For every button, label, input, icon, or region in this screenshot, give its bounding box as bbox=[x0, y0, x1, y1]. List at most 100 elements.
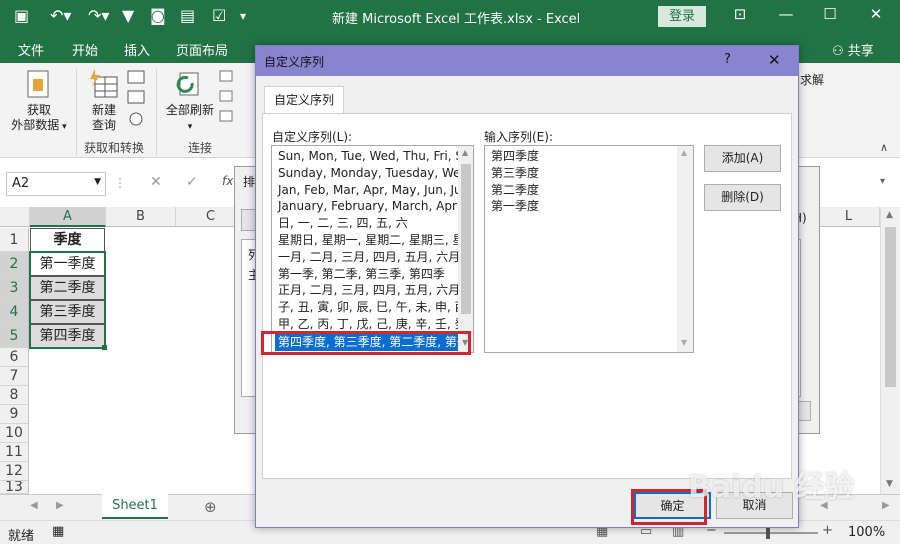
enter-icon[interactable]: ✓ bbox=[186, 174, 198, 190]
status-ready: 就绪 bbox=[8, 529, 35, 544]
database-doc-icon bbox=[27, 70, 49, 98]
separator bbox=[156, 69, 157, 155]
dialog-title: 自定义序列 bbox=[264, 55, 325, 69]
undo-icon[interactable]: ↶▾ bbox=[50, 6, 71, 26]
insert-function-icon[interactable]: fx bbox=[222, 174, 233, 188]
row-header[interactable]: 12 bbox=[0, 462, 29, 481]
zoom-slider[interactable] bbox=[724, 532, 818, 534]
login-button[interactable]: 登录 bbox=[658, 6, 706, 27]
row-header[interactable]: 6 bbox=[0, 348, 29, 367]
dialog-close-icon[interactable]: ✕ bbox=[768, 51, 781, 69]
highlight-box bbox=[261, 331, 471, 355]
tab-file[interactable]: 文件 bbox=[18, 40, 44, 59]
add-button[interactable]: 添加(A) bbox=[704, 145, 781, 172]
list-item[interactable]: 正月, 二月, 三月, 四月, 五月, 六月, bbox=[278, 282, 464, 299]
get-external-data-button[interactable]: 获取 外部数据 ▾ bbox=[8, 69, 70, 135]
formula-dots: ⋮ bbox=[114, 176, 126, 190]
list-entries-textarea[interactable]: 第四季度 第三季度 第二季度 第一季度 ▲ ▼ bbox=[484, 145, 694, 353]
list-item[interactable]: 日, 一, 二, 三, 四, 五, 六 bbox=[278, 215, 408, 232]
row-header[interactable]: 9 bbox=[0, 405, 29, 424]
ribbon-display-icon[interactable]: ⊡ bbox=[730, 5, 750, 23]
custom-lists-dialog: 自定义序列 ? ✕ 自定义序列 自定义序列(L): 输入序列(E): Sun, … bbox=[255, 45, 799, 528]
list-item[interactable]: 第一季, 第二季, 第三季, 第四季 bbox=[278, 266, 445, 283]
group-label-connections: 连接 bbox=[188, 141, 213, 155]
list-item[interactable]: Jan, Feb, Mar, Apr, May, Jun, Ju bbox=[278, 182, 462, 199]
cancel-icon[interactable]: ✕ bbox=[150, 174, 162, 190]
new-query-button[interactable]: 新建 查询 bbox=[82, 69, 126, 133]
connections-icon[interactable] bbox=[218, 69, 234, 133]
list-item[interactable]: 一月, 二月, 三月, 四月, 五月, 六月, bbox=[278, 249, 464, 266]
row-header[interactable]: 3 bbox=[0, 276, 29, 300]
refresh-all-button[interactable]: 全部刷新 ▾ bbox=[160, 69, 220, 135]
refresh-icon bbox=[176, 72, 199, 96]
custom-lists-label: 自定义序列(L): bbox=[272, 130, 353, 144]
entry-line: 第二季度 bbox=[491, 182, 540, 197]
row-header[interactable]: 1 bbox=[0, 228, 29, 252]
row-header[interactable]: 11 bbox=[0, 443, 29, 462]
list-item[interactable]: Sun, Mon, Tue, Wed, Thu, Fri, S bbox=[278, 148, 463, 165]
separator bbox=[76, 69, 77, 155]
name-box[interactable]: A2 ▼ bbox=[6, 172, 106, 196]
row-header[interactable]: 2 bbox=[0, 252, 29, 276]
maximize-icon[interactable]: ☐ bbox=[820, 5, 840, 23]
row-header[interactable]: 8 bbox=[0, 386, 29, 405]
table-lightning-icon bbox=[90, 69, 118, 98]
custom-lists-listbox[interactable]: Sun, Mon, Tue, Wed, Thu, Fri, S Sunday, … bbox=[271, 145, 474, 353]
share-button[interactable]: ⚇ 共享 bbox=[832, 40, 874, 59]
sheet-tab-sheet1[interactable]: Sheet1 bbox=[102, 494, 168, 519]
dialog-title-bar: 自定义序列 ? ✕ bbox=[256, 46, 798, 76]
camera-icon[interactable]: ◙ bbox=[150, 6, 166, 26]
entry-line: 第一季度 bbox=[491, 199, 540, 214]
expand-formula-icon[interactable]: ▾ bbox=[880, 176, 885, 187]
column-header-b[interactable]: B bbox=[106, 207, 176, 227]
close-icon[interactable]: ✕ bbox=[866, 5, 886, 23]
macro-record-icon[interactable]: ▦ bbox=[52, 524, 64, 539]
tab-home[interactable]: 开始 bbox=[72, 40, 98, 59]
scroll-right-icon[interactable]: ▶ bbox=[882, 500, 890, 511]
row-header[interactable]: 7 bbox=[0, 367, 29, 386]
window-title: 新建 Microsoft Excel 工作表.xlsx - Excel bbox=[332, 12, 581, 27]
next-sheet-icon[interactable]: ▶ bbox=[56, 500, 64, 511]
customize-qat-icon[interactable]: ▾ bbox=[240, 6, 246, 26]
redo-icon[interactable]: ↷▾ bbox=[88, 6, 109, 26]
select-all-corner[interactable] bbox=[0, 207, 30, 227]
entry-line: 第三季度 bbox=[491, 165, 540, 180]
list-item[interactable]: January, February, March, April bbox=[278, 198, 464, 215]
list-item[interactable]: 子, 丑, 寅, 卯, 辰, 巳, 午, 未, 申, 酉 bbox=[278, 299, 467, 316]
sort-dialog-title: 排 bbox=[243, 175, 256, 189]
entries-scrollbar[interactable]: ▲ ▼ bbox=[677, 146, 693, 352]
collapse-ribbon-icon[interactable]: ∧ bbox=[880, 141, 888, 154]
title-bar: ▣ ↶▾ ↷▾ ▼ ◙ ▤ ☑ ▾ 新建 Microsoft Excel 工作表… bbox=[0, 0, 900, 33]
group-label-get-transform: 获取和转换 bbox=[84, 141, 145, 155]
row-header[interactable]: 4 bbox=[0, 300, 29, 324]
prev-sheet-icon[interactable]: ◀ bbox=[30, 500, 38, 511]
solver-button[interactable]: 求解 bbox=[800, 71, 824, 88]
tab-page-layout[interactable]: 页面布局 bbox=[176, 40, 228, 59]
form-icon[interactable]: ▤ bbox=[180, 6, 195, 26]
save-icon[interactable]: ▣ bbox=[14, 6, 29, 26]
tab-insert[interactable]: 插入 bbox=[124, 40, 150, 59]
add-sheet-icon[interactable]: ⊕ bbox=[204, 498, 217, 516]
column-header-l[interactable]: L bbox=[818, 207, 880, 227]
row-header[interactable]: 5 bbox=[0, 324, 29, 348]
fill-handle[interactable] bbox=[102, 345, 107, 350]
sort-cancel-button-edge[interactable] bbox=[797, 401, 811, 421]
vertical-scrollbar[interactable]: ▲ ▼ bbox=[880, 207, 900, 494]
show-queries-icon[interactable] bbox=[126, 69, 146, 133]
tab-custom-lists[interactable]: 自定义序列 bbox=[264, 86, 344, 114]
column-header-a[interactable]: A bbox=[30, 207, 106, 227]
row-header[interactable]: 10 bbox=[0, 424, 29, 443]
list-item[interactable]: Sunday, Monday, Tuesday, Wec bbox=[278, 165, 467, 182]
zoom-level[interactable]: 100% bbox=[848, 525, 885, 540]
list-scrollbar[interactable]: ▲ ▼ bbox=[458, 146, 473, 352]
filter-icon[interactable]: ▼ bbox=[122, 6, 134, 26]
list-item[interactable]: 星期日, 星期一, 星期二, 星期三, 星 bbox=[278, 232, 465, 249]
delete-button[interactable]: 删除(D) bbox=[704, 184, 781, 211]
cell-a1[interactable]: 季度 bbox=[30, 228, 105, 252]
help-button[interactable]: ? bbox=[724, 52, 731, 67]
zoom-in-icon[interactable]: + bbox=[822, 523, 833, 538]
minimize-icon[interactable]: — bbox=[776, 5, 796, 23]
row-header[interactable]: 13 bbox=[0, 481, 29, 494]
checkbox-icon[interactable]: ☑ bbox=[212, 6, 226, 26]
baidu-watermark: Baidu 经验 bbox=[688, 470, 855, 505]
